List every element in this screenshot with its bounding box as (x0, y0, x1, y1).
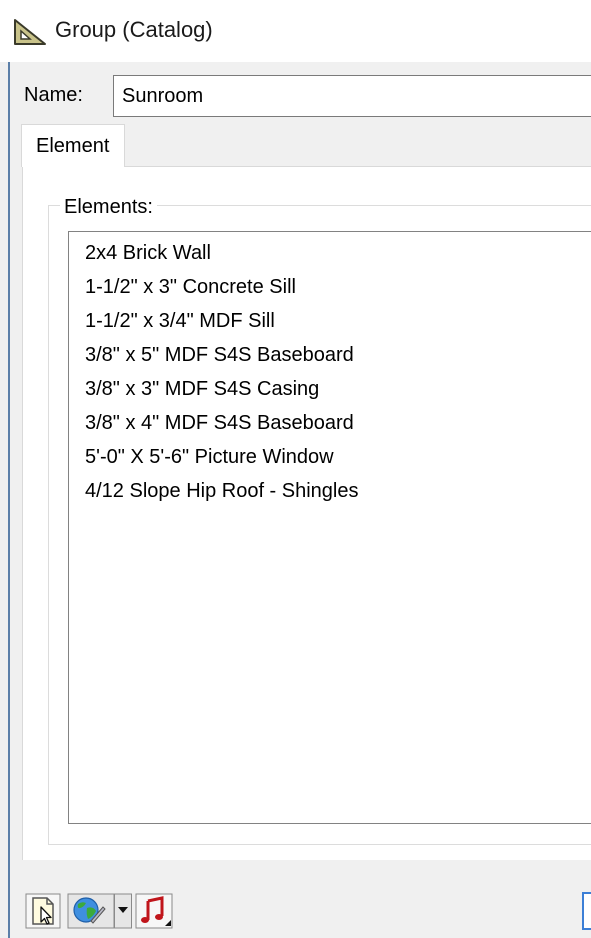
list-item[interactable]: 1-1/2" x 3/4" MDF Sill (85, 310, 275, 333)
window-frame-edge (8, 62, 10, 938)
list-item[interactable]: 5'-0" X 5'-6" Picture Window (85, 446, 334, 469)
group-catalog-dialog: Group (Catalog) Name: Element Elements: … (0, 0, 591, 938)
music-note-button[interactable] (135, 893, 173, 929)
list-item[interactable]: 4/12 Slope Hip Roof - Shingles (85, 480, 359, 503)
dropdown-arrow-icon (114, 893, 132, 929)
dialog-button-partial[interactable] (582, 892, 591, 930)
catalog-group-icon (13, 18, 47, 46)
list-item[interactable]: 2x4 Brick Wall (85, 242, 211, 265)
web-globe-button[interactable] (67, 893, 115, 929)
tab-element[interactable]: Element (21, 124, 125, 167)
tab-element-label: Element (36, 135, 110, 157)
title-bar: Group (Catalog) (0, 0, 591, 62)
new-document-button[interactable] (25, 893, 61, 929)
list-item[interactable]: 3/8" x 3" MDF S4S Casing (85, 378, 319, 401)
web-globe-dropdown-button[interactable] (114, 893, 132, 929)
new-document-cursor-icon (25, 893, 61, 929)
music-note-icon (135, 893, 173, 929)
list-item[interactable]: 1-1/2" x 3" Concrete Sill (85, 276, 296, 299)
window-title: Group (Catalog) (55, 17, 213, 42)
list-item[interactable]: 3/8" x 4" MDF S4S Baseboard (85, 412, 354, 435)
name-input[interactable] (113, 75, 591, 117)
elements-list[interactable]: 2x4 Brick Wall 1-1/2" x 3" Concrete Sill… (68, 231, 591, 824)
elements-groupbox-title: Elements: (60, 196, 157, 219)
list-item[interactable]: 3/8" x 5" MDF S4S Baseboard (85, 344, 354, 367)
globe-web-icon (67, 893, 115, 929)
name-label: Name: (24, 84, 83, 106)
